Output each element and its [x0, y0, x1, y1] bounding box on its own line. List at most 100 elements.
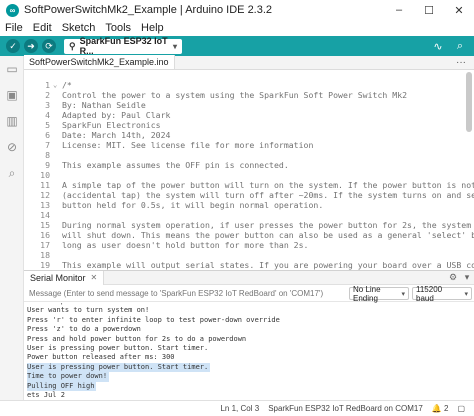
menu-edit[interactable]: Edit — [28, 22, 57, 34]
code-text: Control the power to a system using the … — [62, 90, 408, 100]
code-text: Date: March 14th, 2024 — [62, 130, 171, 140]
tab-serial-monitor[interactable]: Serial Monitor ✕ — [24, 270, 105, 285]
debug-icon: ⟳ — [45, 40, 53, 51]
line-number: 17 — [40, 240, 50, 250]
code-line[interactable]: 13 button held for 0.5s, it will begin no… — [24, 200, 474, 210]
code-line[interactable]: 14 — [24, 210, 474, 220]
code-text: This example will output serial states. … — [62, 260, 474, 270]
line-number: 7 — [45, 140, 50, 150]
debug-icon[interactable]: ⊘ — [0, 134, 24, 160]
code-line[interactable]: 10 — [24, 170, 474, 180]
settings-icon[interactable]: ⚙ — [446, 272, 460, 283]
chevron-down-icon[interactable]: ▾ — [460, 272, 474, 283]
serial-output-line: User is pressing power button. Start tim… — [27, 344, 209, 352]
code-text: (accidental tap) the system will turn of… — [62, 190, 474, 200]
maximize-button[interactable]: ☐ — [414, 0, 444, 20]
line-number: 15 — [40, 220, 50, 230]
code-line[interactable]: 12 (accidental tap) the system will turn … — [24, 190, 474, 200]
minimize-button[interactable]: – — [384, 0, 414, 20]
serial-monitor-icon[interactable]: ⌕ — [452, 38, 468, 54]
code-line[interactable]: 15 During normal system operation, if use… — [24, 220, 474, 230]
code-text: By: Nathan Seidle — [62, 100, 146, 110]
serial-output[interactable]: Initial power on detect...User wants to … — [24, 303, 474, 400]
code-line[interactable]: 8 — [24, 150, 474, 160]
tab-sketch-file[interactable]: SoftPowerSwitchMk2_Example.ino — [24, 55, 175, 69]
code-line[interactable]: 9 This example assumes the OFF pin is con… — [24, 160, 474, 170]
code-line[interactable]: 5 SparkFun Electronics — [24, 120, 474, 130]
fold-icon[interactable]: ⌄ — [53, 80, 57, 90]
line-number: 13 — [40, 200, 50, 210]
serial-tabbar: Serial Monitor ✕ ⚙ ▾ — [24, 270, 474, 285]
toolbar-right: ∿ ⌕ — [430, 38, 474, 54]
serial-output-line: User wants to turn system on! — [27, 306, 150, 315]
code-line[interactable]: 4 Adapted by: Paul Clark — [24, 110, 474, 120]
menu-sketch[interactable]: Sketch — [57, 22, 101, 34]
line-number: 12 — [40, 190, 50, 200]
line-number: 8 — [45, 150, 50, 160]
menu-help[interactable]: Help — [136, 22, 169, 34]
editor-tabs: SoftPowerSwitchMk2_Example.ino ··· — [24, 55, 474, 70]
layout-icon[interactable]: ▢ — [457, 404, 465, 413]
status-bar: Ln 1, Col 3 SparkFun ESP32 IoT RedBoard … — [0, 400, 474, 416]
baud-rate-select[interactable]: 115200 baud ▾ — [412, 285, 472, 303]
line-number: 1 — [45, 80, 50, 90]
menu-file[interactable]: File — [0, 22, 28, 34]
code-text: button held for 0.5s, it will begin norm… — [62, 200, 324, 210]
notifications-icon[interactable]: 🔔 2 — [432, 404, 449, 413]
line-number: 5 — [45, 120, 50, 130]
code-line[interactable]: 18 — [24, 250, 474, 260]
board-port-status[interactable]: SparkFun ESP32 IoT RedBoard on COM17 — [268, 404, 423, 413]
activity-sidebar: ▭ ▣ ▥ ⊘ ⌕ — [0, 56, 24, 400]
code-text: Adapted by: Paul Clark — [62, 110, 171, 120]
serial-output-line: Press and hold power button for 2s to do… — [27, 334, 247, 343]
serial-output-line: Time to power down! — [27, 372, 110, 382]
folder-icon[interactable]: ▭ — [0, 56, 24, 82]
line-number: 16 — [40, 230, 50, 240]
library-icon[interactable]: ▥ — [0, 108, 24, 134]
close-button[interactable]: ✕ — [444, 0, 474, 20]
serial-output-line: Press 'r' to enter infinite loop to test… — [27, 315, 280, 324]
line-number: 11 — [40, 180, 50, 190]
code-line[interactable]: 2 Control the power to a system using the… — [24, 90, 474, 100]
more-tabs-icon[interactable]: ··· — [456, 57, 474, 68]
line-number: 18 — [40, 250, 50, 260]
code-line[interactable]: 16 will shut down. This means the power b… — [24, 230, 474, 240]
code-line[interactable]: 19 This example will output serial states… — [24, 260, 474, 270]
title-bar: ∞ SoftPowerSwitchMk2_Example | Arduino I… — [0, 0, 474, 20]
code-editor[interactable]: 1 ⌄ /* 2 Control the power to a system using… — [24, 70, 474, 270]
arrow-right-icon: ➜ — [27, 40, 35, 51]
cursor-position[interactable]: Ln 1, Col 3 — [220, 404, 259, 413]
code-text: License: MIT. See license file for more … — [62, 140, 314, 150]
code-line[interactable]: 6 Date: March 14th, 2024 — [24, 130, 474, 140]
serial-controls: No Line Ending ▾ 115200 baud ▾ — [24, 285, 474, 303]
board-selector[interactable]: ⚲ SparkFun ESP32 IoT R... ▾ — [64, 36, 182, 56]
serial-message-input[interactable] — [26, 286, 346, 301]
code-line[interactable]: 1 ⌄ /* — [24, 80, 474, 90]
serial-panel-icons: ⚙ ▾ — [446, 272, 474, 283]
search-icon[interactable]: ⌕ — [0, 160, 24, 186]
verify-button[interactable]: ✓ — [6, 39, 20, 53]
code-text: During normal system operation, if user … — [62, 220, 472, 230]
close-icon[interactable]: ✕ — [91, 273, 98, 282]
line-number: 4 — [45, 110, 50, 120]
code-text: will shut down. This means the power but… — [62, 230, 474, 240]
serial-output-line: ets Jul 2 — [27, 391, 65, 399]
upload-button[interactable]: ➜ — [24, 39, 38, 53]
line-ending-select[interactable]: No Line Ending ▾ — [349, 285, 409, 303]
code-line[interactable]: 7 License: MIT. See license file for more… — [24, 140, 474, 150]
code-text: A simple tap of the power button will tu… — [62, 180, 474, 190]
chevron-down-icon: ▾ — [172, 41, 177, 51]
code-text: /* — [62, 80, 72, 90]
code-line[interactable]: 17 long as user doesn't hold button for m… — [24, 240, 474, 250]
line-number: 9 — [45, 160, 50, 170]
code-line[interactable]: 11 A simple tap of the power button will … — [24, 180, 474, 190]
arduino-logo-icon: ∞ — [6, 3, 19, 17]
code-line[interactable]: 3 By: Nathan Seidle — [24, 100, 474, 110]
boards-icon[interactable]: ▣ — [0, 82, 24, 108]
line-number: 14 — [40, 210, 50, 220]
debug-button[interactable]: ⟳ — [42, 39, 56, 53]
menu-tools[interactable]: Tools — [100, 22, 136, 34]
check-icon: ✓ — [9, 40, 17, 51]
serial-plotter-icon[interactable]: ∿ — [430, 38, 446, 54]
usb-icon: ⚲ — [69, 40, 76, 51]
